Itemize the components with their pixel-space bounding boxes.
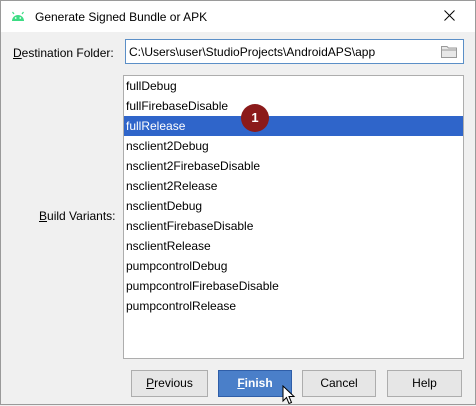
destination-folder-field[interactable] [125,39,464,64]
build-variants-label-text: uild Variants: [47,209,116,223]
list-item-variant[interactable]: nsclient2Debug [124,136,463,156]
finish-mnemonic: F [237,376,245,390]
previous-button[interactable]: Previous [131,370,208,397]
cancel-button[interactable]: Cancel [302,370,376,397]
finish-label: inish [244,376,273,390]
help-button[interactable]: Help [387,370,462,397]
generate-signed-bundle-dialog: Generate Signed Bundle or APK Destinatio… [0,0,476,405]
destination-label-text: estination Folder: [21,46,114,60]
list-item-variant[interactable]: nsclientDebug [124,196,463,216]
list-item-variant[interactable]: pumpcontrolFirebaseDisable [124,276,463,296]
previous-mnemonic: P [146,376,155,390]
list-item-variant[interactable]: nsclient2FirebaseDisable [124,156,463,176]
list-item-variant[interactable]: nsclientFirebaseDisable [124,216,463,236]
close-icon [444,10,455,21]
destination-folder-input[interactable] [129,43,429,60]
window-title: Generate Signed Bundle or APK [35,10,208,24]
previous-label: revious [154,376,193,390]
list-item-variant[interactable]: fullRelease [124,116,463,136]
list-item-variant[interactable]: nsclientRelease [124,236,463,256]
finish-button[interactable]: Finish [218,370,292,397]
folder-icon[interactable] [441,45,457,58]
list-item-variant[interactable]: pumpcontrolRelease [124,296,463,316]
list-item-variant[interactable]: fullFirebaseDisable [124,96,463,116]
mouse-pointer-icon [282,385,296,405]
destination-folder-label: Destination Folder: [13,46,114,60]
build-variants-label: Build Variants: [39,209,116,223]
list-item-variant[interactable]: fullDebug [124,76,463,96]
title-bar: Generate Signed Bundle or APK [1,1,475,32]
step-badge: 1 [241,104,269,132]
list-item-variant[interactable]: nsclient2Release [124,176,463,196]
android-icon [12,11,24,21]
list-item-variant[interactable]: pumpcontrolDebug [124,256,463,276]
destination-mnemonic: D [13,46,22,60]
build-variants-list[interactable]: fullDebug fullFirebaseDisable fullRelease n… [123,75,464,359]
close-button[interactable] [437,5,463,27]
build-variants-mnemonic: B [39,209,48,223]
